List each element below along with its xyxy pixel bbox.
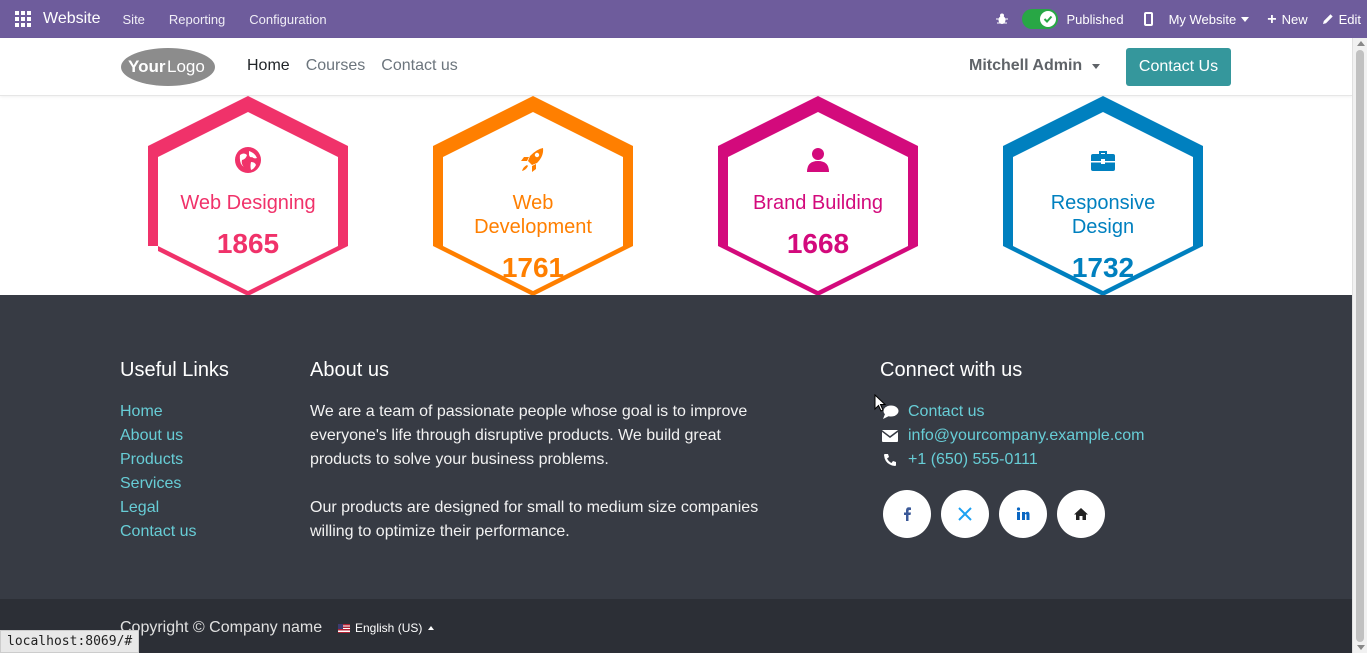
- svg-text:Logo: Logo: [167, 57, 205, 76]
- facebook-icon[interactable]: [883, 490, 931, 538]
- pencil-icon: [1322, 14, 1333, 24]
- language-label: English (US): [355, 621, 423, 635]
- globe-icon: [235, 147, 261, 173]
- envelope-icon: [880, 428, 900, 444]
- useful-links-list: Home About us Products Services Legal Co…: [120, 400, 196, 544]
- footer: Useful Links Home About us Products Serv…: [0, 295, 1352, 599]
- briefcase-icon: [1091, 151, 1115, 171]
- counter-title: Responsive Design: [1050, 192, 1156, 238]
- user-name: Mitchell Admin: [969, 57, 1083, 74]
- website-selector-label: My Website: [1168, 11, 1237, 27]
- contact-us-button[interactable]: Contact Us: [1126, 48, 1231, 86]
- about-paragraph-2: Our products are designed for small to m…: [310, 499, 759, 540]
- user-icon: [807, 148, 829, 172]
- site-header: Your Logo Home Courses Contact us Mitche…: [0, 38, 1352, 96]
- footer-link-legal[interactable]: Legal: [120, 496, 196, 520]
- menu-configuration[interactable]: Configuration: [249, 12, 326, 27]
- menu-reporting[interactable]: Reporting: [169, 12, 225, 27]
- counter-value: 1668: [786, 228, 850, 259]
- footer-bottom: Copyright © Company name English (US): [0, 599, 1352, 653]
- edit-button-label: Edit: [1338, 11, 1361, 27]
- published-label[interactable]: Published: [1066, 12, 1123, 27]
- check-icon: [1044, 15, 1053, 23]
- edit-button[interactable]: Edit: [1322, 12, 1361, 27]
- counter-value: 1761: [501, 252, 565, 283]
- phone-icon: [880, 452, 900, 468]
- apps-grid-icon[interactable]: [15, 10, 33, 28]
- scrollbar-thumb[interactable]: [1356, 50, 1364, 642]
- new-button-label: New: [1281, 11, 1308, 27]
- language-selector[interactable]: English (US): [338, 621, 435, 635]
- counter-web-development: Web Development 1761: [433, 96, 633, 295]
- nav-courses[interactable]: Courses: [306, 57, 366, 75]
- new-button[interactable]: + New: [1267, 10, 1308, 28]
- rocket-icon: [521, 148, 544, 172]
- app-brand[interactable]: Website: [43, 10, 101, 28]
- counter-value: 1732: [1071, 252, 1135, 283]
- contact-link[interactable]: Contact us: [908, 400, 984, 424]
- social-links: [883, 490, 1115, 538]
- us-flag-icon: [338, 623, 350, 633]
- counter-brand-building: Brand Building 1668: [718, 96, 918, 295]
- copyright: Copyright © Company name: [120, 619, 323, 636]
- plus-icon: +: [1267, 10, 1277, 28]
- mouse-cursor-icon: [874, 394, 886, 412]
- published-toggle[interactable]: [1022, 9, 1059, 29]
- linkedin-icon[interactable]: [999, 490, 1047, 538]
- counter-title: Web Designing: [180, 192, 316, 214]
- caret-up-icon: [428, 626, 435, 630]
- svg-text:Your: Your: [128, 57, 166, 76]
- counter-web-designing: Web Designing 1865: [148, 96, 348, 295]
- menu-site[interactable]: Site: [123, 12, 145, 27]
- scrollbar[interactable]: [1352, 38, 1367, 653]
- home-icon[interactable]: [1057, 490, 1105, 538]
- counters-section: Web Designing 1865 Web Development 1761 …: [0, 96, 1352, 295]
- counter-value: 1865: [216, 228, 280, 259]
- x-icon[interactable]: [941, 490, 989, 538]
- connect-title: Connect with us: [880, 359, 1023, 381]
- mobile-preview-icon[interactable]: [1143, 12, 1153, 26]
- company-logo[interactable]: Your Logo: [120, 47, 216, 87]
- connect-list: Contact us info@yourcompany.example.com …: [880, 400, 1145, 472]
- counter-responsive-design: Responsive Design 1732: [1003, 96, 1203, 295]
- admin-bar: Website Site Reporting Configuration Pub…: [0, 0, 1367, 38]
- counter-title: Brand Building: [752, 192, 884, 214]
- main-nav: Home Courses Contact us: [247, 57, 474, 75]
- useful-links-title: Useful Links: [120, 359, 229, 381]
- scroll-up-icon[interactable]: [1357, 41, 1365, 46]
- scroll-down-icon[interactable]: [1357, 645, 1365, 650]
- nav-contact-us[interactable]: Contact us: [381, 57, 457, 75]
- footer-link-services[interactable]: Services: [120, 472, 196, 496]
- bug-icon[interactable]: [996, 13, 1009, 25]
- caret-down-icon: [1092, 63, 1101, 69]
- nav-home[interactable]: Home: [247, 57, 290, 75]
- phone-link[interactable]: +1 (650) 555-0111: [908, 448, 1038, 472]
- about-title: About us: [310, 359, 389, 381]
- user-menu[interactable]: Mitchell Admin: [969, 57, 1101, 75]
- footer-link-home[interactable]: Home: [120, 400, 196, 424]
- status-url: localhost:8069/#: [0, 630, 140, 653]
- footer-link-about-us[interactable]: About us: [120, 424, 196, 448]
- connect-phone-row[interactable]: +1 (650) 555-0111: [880, 448, 1145, 472]
- email-link[interactable]: info@yourcompany.example.com: [908, 424, 1145, 448]
- caret-down-icon: [1241, 16, 1250, 22]
- about-paragraph-1: We are a team of passionate people whose…: [310, 403, 748, 468]
- counter-title: Web Development: [474, 192, 592, 238]
- footer-link-contact-us[interactable]: Contact us: [120, 520, 196, 544]
- connect-email-row[interactable]: info@yourcompany.example.com: [880, 424, 1145, 448]
- about-text: We are a team of passionate people whose…: [310, 400, 760, 544]
- footer-link-products[interactable]: Products: [120, 448, 196, 472]
- website-selector[interactable]: My Website: [1169, 12, 1250, 27]
- connect-contact-row[interactable]: Contact us: [880, 400, 1145, 424]
